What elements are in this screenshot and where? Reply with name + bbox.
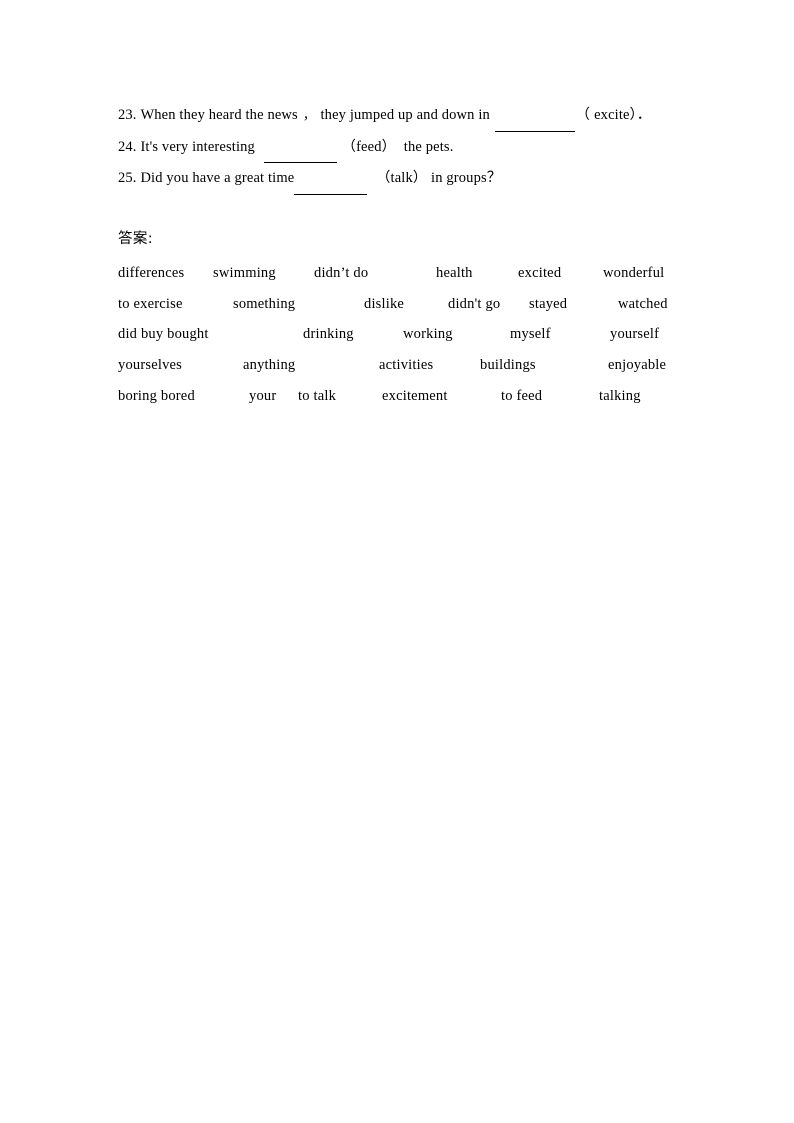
hint-word-23: excite [594, 107, 630, 123]
question-number-23: 23. [118, 107, 137, 123]
answer-word: boring bored [118, 387, 195, 404]
questions-block: 23. When they heard the news ， they jumped … [118, 100, 718, 195]
answer-word: talking [599, 387, 641, 404]
answer-word: enjoyable [608, 357, 667, 374]
answer-row: did buy bought drinking working myself y… [118, 319, 693, 350]
answer-row: yourselves anything activities buildings… [118, 350, 693, 381]
answer-word: didn't go [448, 295, 501, 312]
answer-row: boring bored your to talk excitement to … [118, 381, 693, 412]
answer-word: your [249, 387, 277, 404]
answer-word: watched [618, 295, 668, 312]
answer-word: health [436, 265, 473, 281]
answer-word: differences [118, 265, 185, 281]
hint-word-25: talk [390, 170, 413, 186]
question-tail-25: in groups？ [431, 170, 502, 186]
question-text-25-before-blank: Did you have a great time [140, 170, 295, 186]
hint-close-paren-24: ） [381, 139, 396, 155]
answer-word: anything [243, 357, 296, 374]
hint-open-paren-23: （ [575, 108, 591, 123]
question-text-23-after-comma: they jumped up and down in [320, 107, 490, 123]
question-comma-23: ， [302, 107, 316, 122]
answer-word: to feed [501, 387, 543, 404]
question-text-23-before-blank: When they heard the news [140, 107, 298, 123]
answer-word: to talk [298, 387, 337, 404]
answer-blank-25[interactable] [294, 181, 368, 195]
question-row-23: 23. When they heard the news ， they jumped … [118, 100, 718, 132]
answer-word: yourself [610, 326, 660, 343]
answer-key-word-bank: differences swimming didn’t do health ex… [118, 258, 693, 411]
answer-blank-23[interactable] [494, 118, 575, 132]
question-row-24: 24. It's very interesting （feed） the pets. [118, 132, 718, 163]
question-row-25: 25. Did you have a great time （talk） in gro… [118, 163, 718, 195]
question-number-25: 25. [118, 170, 137, 186]
answer-word: working [403, 326, 453, 343]
hint-close-paren-25: ） [412, 171, 428, 186]
answer-word: swimming [213, 265, 276, 281]
answer-word: myself [510, 326, 551, 343]
worksheet-page: 23. When they heard the news ， they jumped … [0, 0, 794, 1123]
answer-word: something [233, 295, 296, 312]
answer-word: activities [379, 357, 434, 374]
question-tail-23: ． [636, 107, 652, 123]
answer-key-heading: 答案: [118, 231, 154, 247]
answer-word: didn’t do [314, 265, 369, 281]
hint-close-paren-23: ） [629, 108, 637, 123]
answer-word: excitement [382, 387, 448, 404]
hint-open-paren-24: （ [341, 139, 357, 155]
answer-word: stayed [529, 295, 568, 312]
answer-word: yourselves [118, 357, 183, 374]
answer-word: did buy bought [118, 326, 209, 343]
answer-word: wonderful [603, 265, 665, 281]
question-text-24-before-blank: It's very interesting [140, 138, 255, 155]
hint-open-paren-25: （ [376, 171, 391, 186]
question-tail-24: the pets. [403, 138, 454, 155]
answer-blank-24[interactable] [263, 149, 337, 163]
answer-word: dislike [364, 295, 405, 312]
question-number-24: 24. [118, 138, 137, 155]
answer-word: excited [518, 265, 562, 281]
answer-row: to exercise something dislike didn't go … [118, 289, 693, 320]
hint-word-24: feed [356, 138, 382, 155]
answer-word: to exercise [118, 295, 183, 312]
answer-word: drinking [303, 326, 354, 343]
answer-row: differences swimming didn’t do health ex… [118, 258, 693, 289]
answer-word: buildings [480, 357, 536, 374]
